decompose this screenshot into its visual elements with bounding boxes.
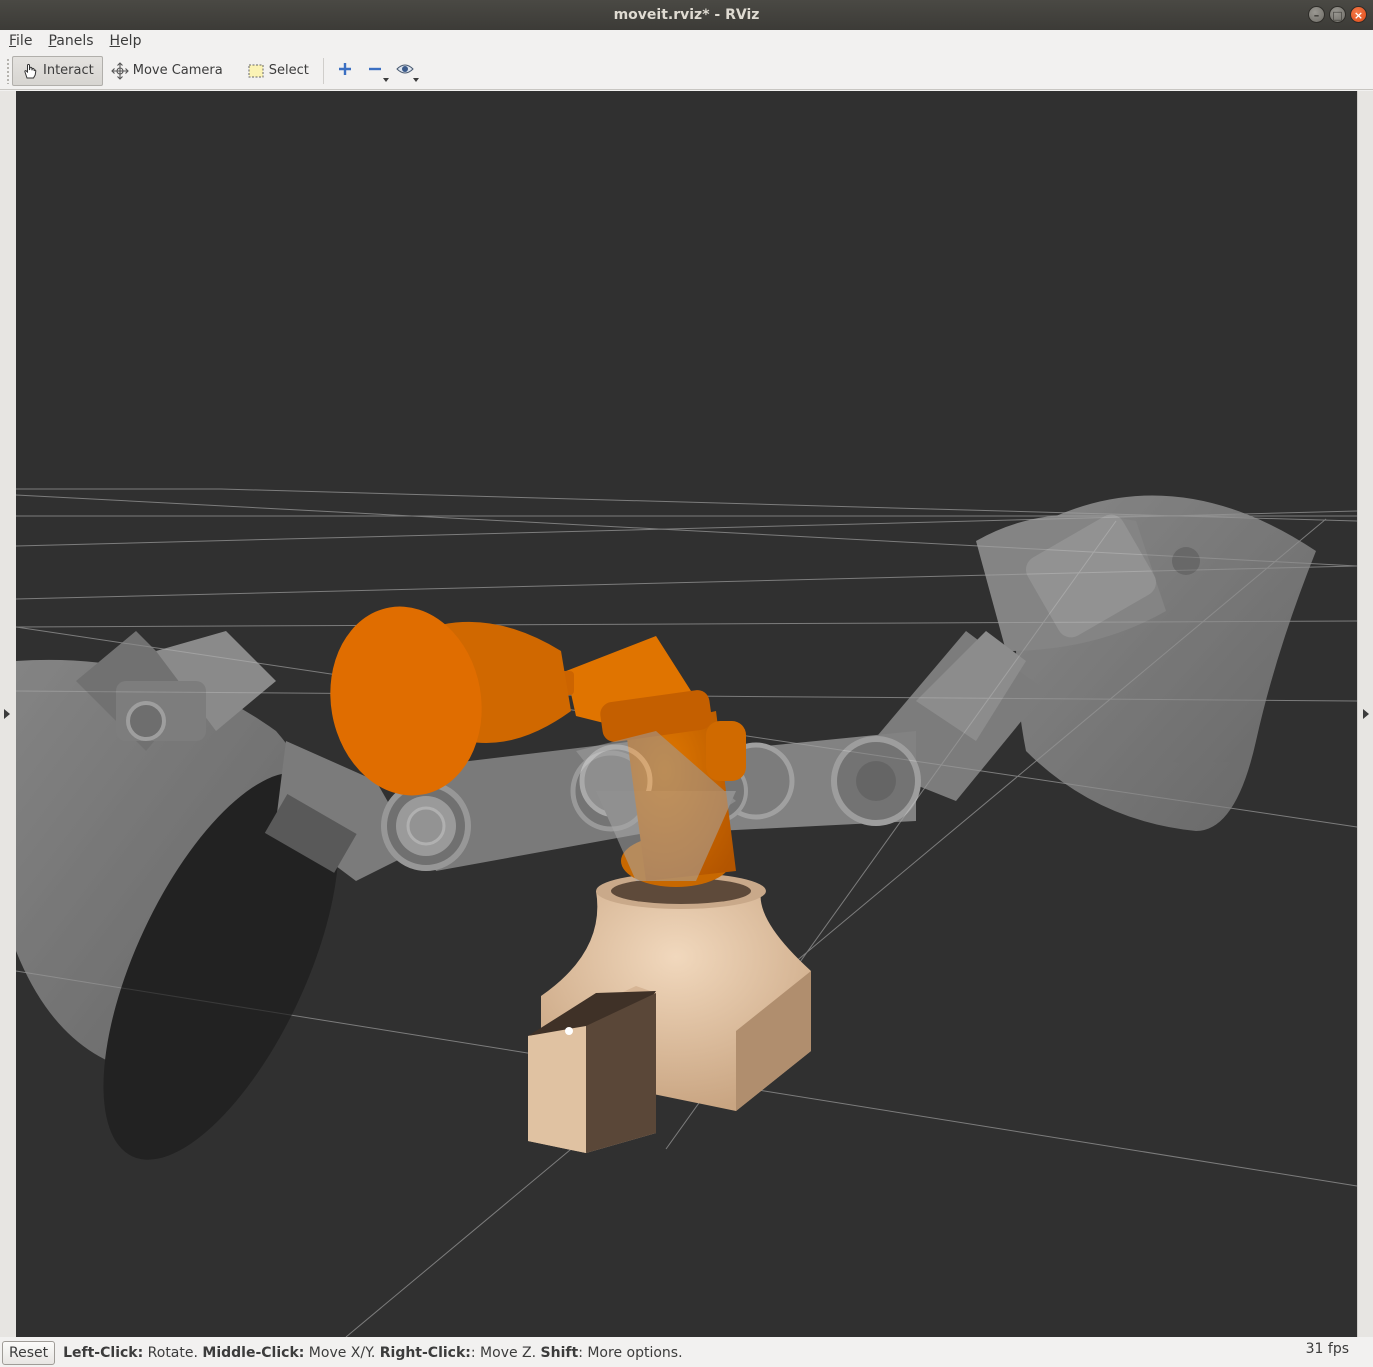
- add-tool-icon: [337, 61, 353, 81]
- hint-middle-click-key: Middle-Click:: [202, 1344, 305, 1361]
- hint-shift-text: : More options.: [578, 1344, 683, 1361]
- menu-help[interactable]: Help: [101, 33, 149, 49]
- view-tool-dropdown-arrow: [412, 77, 419, 82]
- status-hint: Left-Click: Rotate. Middle-Click: Move X…: [63, 1345, 682, 1361]
- right-dock-collapsed: [1357, 91, 1373, 1337]
- hand-icon: [21, 62, 39, 80]
- hint-left-click-key: Left-Click:: [63, 1344, 144, 1361]
- window-controls: – □ ×: [1308, 6, 1367, 23]
- move-camera-icon: [110, 61, 129, 80]
- reset-button[interactable]: Reset: [2, 1340, 56, 1365]
- hint-middle-click-text: Move X/Y.: [304, 1344, 380, 1361]
- window-titlebar: moveit.rviz* - RViz – □ ×: [0, 0, 1373, 30]
- window-title: moveit.rviz* - RViz: [613, 7, 760, 23]
- select-tool-button[interactable]: Select: [239, 56, 317, 86]
- move-camera-tool-button[interactable]: Move Camera: [103, 56, 231, 86]
- remove-tool-button[interactable]: [360, 56, 390, 86]
- robot-base: [528, 873, 811, 1153]
- view-icon: [396, 62, 414, 80]
- left-dock-collapsed: [0, 91, 17, 1337]
- view-tool-button[interactable]: [390, 56, 420, 86]
- ghost-robot-right: [684, 495, 1316, 831]
- toolbar-separator: [322, 57, 324, 84]
- move-camera-label: Move Camera: [132, 63, 223, 78]
- statusbar: Reset Left-Click: Rotate. Middle-Click: …: [0, 1338, 1373, 1367]
- close-button[interactable]: ×: [1350, 6, 1367, 23]
- fps-counter: 31 fps: [1305, 1341, 1349, 1357]
- minimize-button[interactable]: –: [1308, 6, 1325, 23]
- add-tool-button[interactable]: [330, 56, 360, 86]
- menubar: File Panels Help: [0, 30, 1373, 52]
- tools-toolbar: Interact Move Camera Select: [0, 52, 1373, 90]
- menu-file-mnemonic: F: [9, 33, 17, 49]
- hint-right-click-key: Right-Click:: [379, 1344, 471, 1361]
- hint-shift-key: Shift: [540, 1344, 579, 1361]
- menu-help-label: elp: [120, 33, 142, 49]
- toolbar-grip[interactable]: [6, 57, 10, 84]
- menu-file[interactable]: File: [0, 33, 39, 49]
- interact-tool-button[interactable]: Interact: [12, 55, 103, 86]
- menu-file-label: ile: [16, 33, 33, 49]
- render-viewport[interactable]: [16, 91, 1357, 1337]
- menu-help-mnemonic: H: [109, 33, 121, 49]
- menu-panels[interactable]: Panels: [39, 33, 100, 49]
- maximize-button[interactable]: □: [1329, 6, 1346, 23]
- scene-canvas: [16, 488, 1357, 1337]
- hint-right-click-text: : Move Z.: [470, 1344, 541, 1361]
- interact-label: Interact: [43, 63, 94, 78]
- hint-left-click-text: Rotate.: [143, 1344, 203, 1361]
- remove-tool-icon: [367, 61, 383, 81]
- select-label: Select: [268, 63, 309, 78]
- expand-right-panel-arrow[interactable]: [1363, 709, 1369, 719]
- remove-tool-dropdown-arrow: [382, 77, 389, 82]
- expand-left-panel-arrow[interactable]: [4, 709, 10, 719]
- menu-panels-label: anels: [56, 33, 94, 49]
- select-icon: [247, 62, 265, 80]
